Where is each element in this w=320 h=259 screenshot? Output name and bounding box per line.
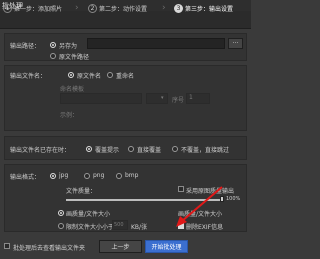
output-path-label: 输出路径：: [10, 43, 41, 50]
step-label: 第三步：输出设置: [185, 6, 234, 13]
template-label: 命名模板: [60, 86, 85, 93]
format-bmp-radio[interactable]: [116, 173, 122, 179]
step-2[interactable]: 2 第二步：动作设置: [88, 3, 147, 14]
format-bmp-label: bmp: [125, 172, 139, 179]
conflict-overwrite-label: 直接覆盖: [137, 147, 162, 154]
chevron-right-icon: ›: [75, 3, 79, 13]
original-name-radio[interactable]: [68, 72, 74, 78]
rename-radio[interactable]: [107, 72, 113, 78]
format-png-radio[interactable]: [84, 173, 90, 179]
conflict-prompt-label: 覆盖提示: [95, 147, 120, 154]
step-1[interactable]: 1 第一步：添加照片: [3, 3, 62, 14]
format-png-label: png: [93, 172, 105, 179]
chevron-right-icon: ›: [162, 3, 166, 13]
original-path-radio[interactable]: [50, 53, 56, 59]
limit-size-value: 500: [114, 222, 124, 228]
conflict-overwrite-radio[interactable]: [128, 146, 134, 152]
size-mode-label: 画质量/文件大小: [66, 211, 111, 218]
conflict-label: 输出文件名已存在时：: [10, 147, 71, 154]
file-size-mode-radio[interactable]: [58, 223, 64, 229]
template-dropdown: [146, 93, 168, 104]
step-label: 第二步：动作设置: [99, 6, 148, 13]
number-input: 1: [186, 93, 210, 104]
output-path-input[interactable]: [87, 38, 225, 49]
open-folder-label: 批处理后去查看输出文件夹: [13, 245, 86, 252]
conflict-prompt-radio[interactable]: [86, 146, 92, 152]
original-path-label: 原文件路径: [59, 54, 90, 61]
number-label: 序号: [172, 97, 185, 104]
original-name-label: 原文件名: [77, 73, 102, 80]
previous-step-button[interactable]: 上一步: [99, 240, 142, 253]
quality-label: 文件质量：: [66, 188, 97, 195]
browse-button[interactable]: ···: [228, 38, 243, 49]
step-3[interactable]: 3 第三步：输出设置: [174, 3, 233, 14]
save-as-radio[interactable]: [50, 42, 56, 48]
step-number: 2: [88, 4, 97, 13]
step-label: 第一步：添加照片: [14, 6, 63, 13]
save-as-label: 另存为: [59, 43, 78, 50]
format-jpg-radio[interactable]: [50, 173, 56, 179]
rename-label: 重命名: [116, 73, 135, 80]
annotation-arrow-icon: [176, 186, 223, 227]
start-batch-button[interactable]: 开始批处理: [145, 240, 188, 253]
conflict-skip-label: 不覆盖，直接跳过: [181, 147, 230, 154]
conflict-skip-radio[interactable]: [172, 146, 178, 152]
limit-size-unit: KB/张: [131, 224, 148, 231]
preview-label: 示例：: [60, 112, 79, 119]
template-input: [60, 93, 142, 104]
limit-size-label: 限制文件大小小于: [66, 224, 115, 231]
open-folder-checkbox[interactable]: [4, 243, 10, 249]
number-value: 1: [189, 94, 193, 101]
step-number: 1: [3, 4, 12, 13]
filename-label: 输出文件名：: [10, 73, 47, 80]
format-jpg-label: jpg: [59, 172, 69, 179]
chevron-down-icon: ▾: [161, 95, 164, 101]
step-number: 3: [174, 4, 183, 13]
quality-mode-radio[interactable]: [58, 210, 64, 216]
limit-size-input[interactable]: 500: [112, 220, 128, 230]
format-label: 输出格式：: [10, 174, 41, 181]
